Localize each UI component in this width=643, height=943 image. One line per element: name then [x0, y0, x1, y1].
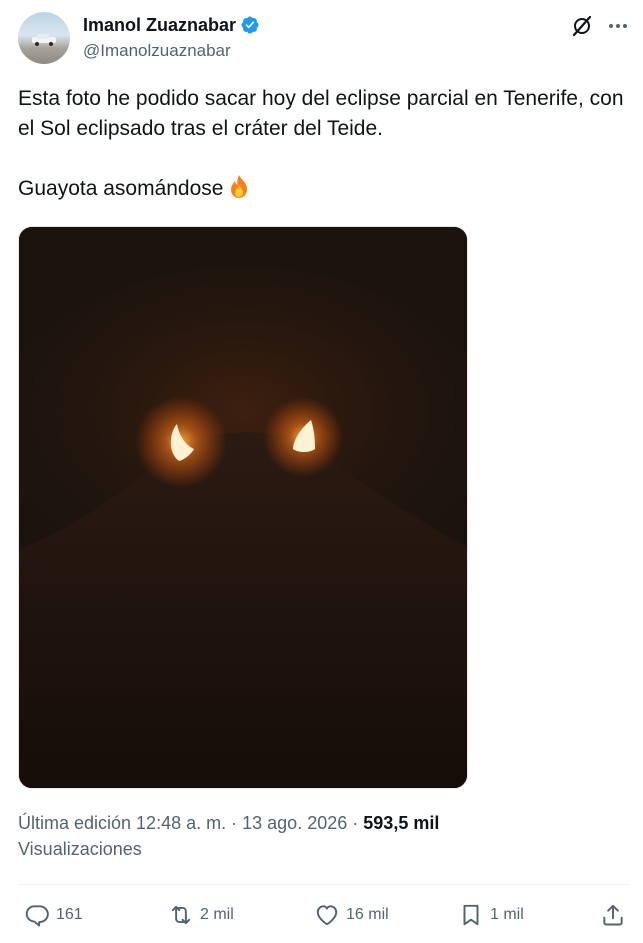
- meta-separator-1: ·: [231, 813, 238, 833]
- reply-button[interactable]: 161: [24, 898, 83, 932]
- car-avatar-image: [32, 34, 56, 46]
- repost-button[interactable]: 2 mil: [168, 898, 234, 932]
- verified-badge-icon[interactable]: [240, 15, 260, 35]
- meta-separator-2: ·: [352, 813, 359, 833]
- tweet-text-line-2: Guayota asomándose: [18, 177, 224, 200]
- grok-icon[interactable]: [570, 14, 594, 38]
- bookmark-icon: [463, 904, 479, 926]
- action-bar: 161 2 mil 16 mil 1 mil: [18, 898, 630, 932]
- author-handle[interactable]: @Imanolzuaznabar: [83, 40, 231, 62]
- heart-icon: [316, 905, 338, 926]
- views-label: Visualizaciones: [18, 839, 142, 859]
- share-button[interactable]: [600, 898, 626, 932]
- share-icon: [603, 904, 623, 926]
- views-count: 593,5 mil: [363, 813, 440, 833]
- reply-count: 161: [56, 906, 83, 923]
- fire-emoji-icon: [231, 175, 248, 198]
- tweet-text-paragraph-2: Guayota asomándose: [18, 174, 630, 204]
- like-button[interactable]: 16 mil: [314, 898, 389, 932]
- edited-label[interactable]: Última edición 12:48 a. m.: [18, 813, 226, 833]
- avatar[interactable]: [18, 12, 70, 64]
- bookmark-count: 1 mil: [490, 906, 524, 923]
- bookmark-button[interactable]: 1 mil: [458, 898, 524, 932]
- author-name[interactable]: Imanol Zuaznabar: [83, 14, 236, 36]
- like-count: 16 mil: [346, 906, 389, 923]
- reply-icon: [25, 905, 49, 927]
- divider: [18, 884, 630, 885]
- eclipse-photo-image: [19, 227, 467, 788]
- tweet-date[interactable]: 13 ago. 2026: [242, 813, 347, 833]
- tweet-photo[interactable]: [18, 226, 468, 789]
- tweet-text-paragraph-1: Esta foto he podido sacar hoy del eclips…: [18, 87, 624, 140]
- more-options-icon[interactable]: [606, 14, 630, 38]
- repost-count: 2 mil: [200, 906, 234, 923]
- tweet-header: Imanol Zuaznabar @Imanolzuaznabar: [18, 12, 630, 68]
- author-name-row: Imanol Zuaznabar: [83, 14, 260, 36]
- tweet-text: Esta foto he podido sacar hoy del eclips…: [18, 84, 630, 204]
- tweet-meta: Última edición 12:48 a. m. · 13 ago. 202…: [18, 810, 630, 862]
- repost-icon: [171, 905, 191, 925]
